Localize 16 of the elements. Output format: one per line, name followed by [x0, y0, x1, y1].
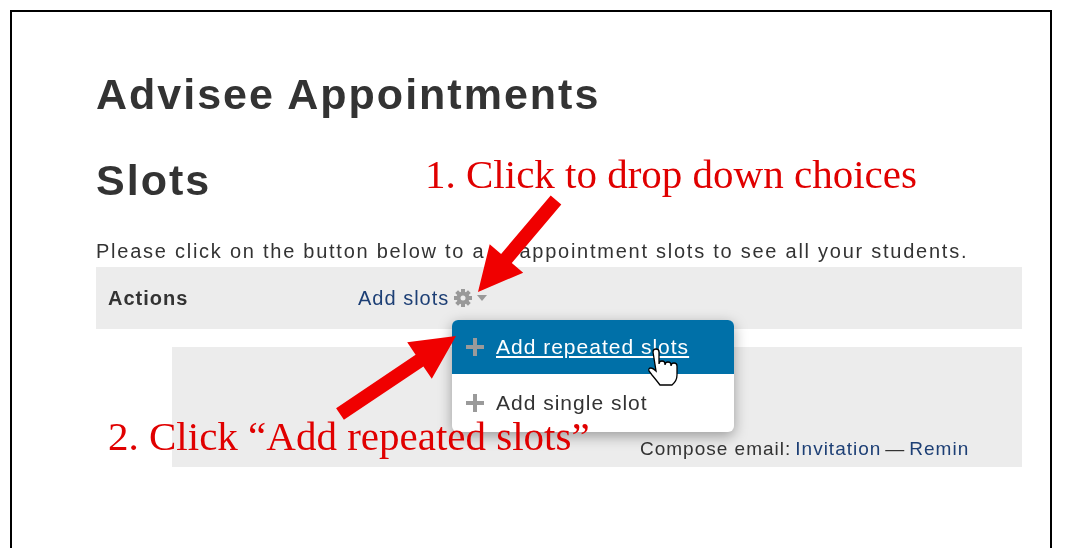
annotation-text: 2. Click “Add repeated slots” — [108, 416, 590, 457]
email-template-link[interactable]: Remin — [909, 434, 970, 463]
annotation-text: 1. Click to drop down choices — [425, 154, 917, 195]
gear-icon — [453, 288, 474, 308]
plus-icon — [466, 394, 484, 412]
compose-email-label: Compose email: — [640, 436, 792, 461]
page-title: Advisee Appointments — [96, 70, 602, 118]
instructions-text: Please click on the button below to a — [96, 239, 486, 263]
instructions-text: appointment slots to see all your students. — [519, 239, 969, 263]
actions-label: Actions — [108, 286, 190, 311]
plus-icon — [466, 338, 484, 356]
section-title: Slots — [96, 156, 212, 204]
add-slots-menu-button[interactable]: Add slots — [358, 283, 488, 313]
email-template-link[interactable]: Invitation — [795, 434, 882, 463]
caret-icon — [477, 295, 488, 301]
separator-text: — — [885, 436, 906, 461]
